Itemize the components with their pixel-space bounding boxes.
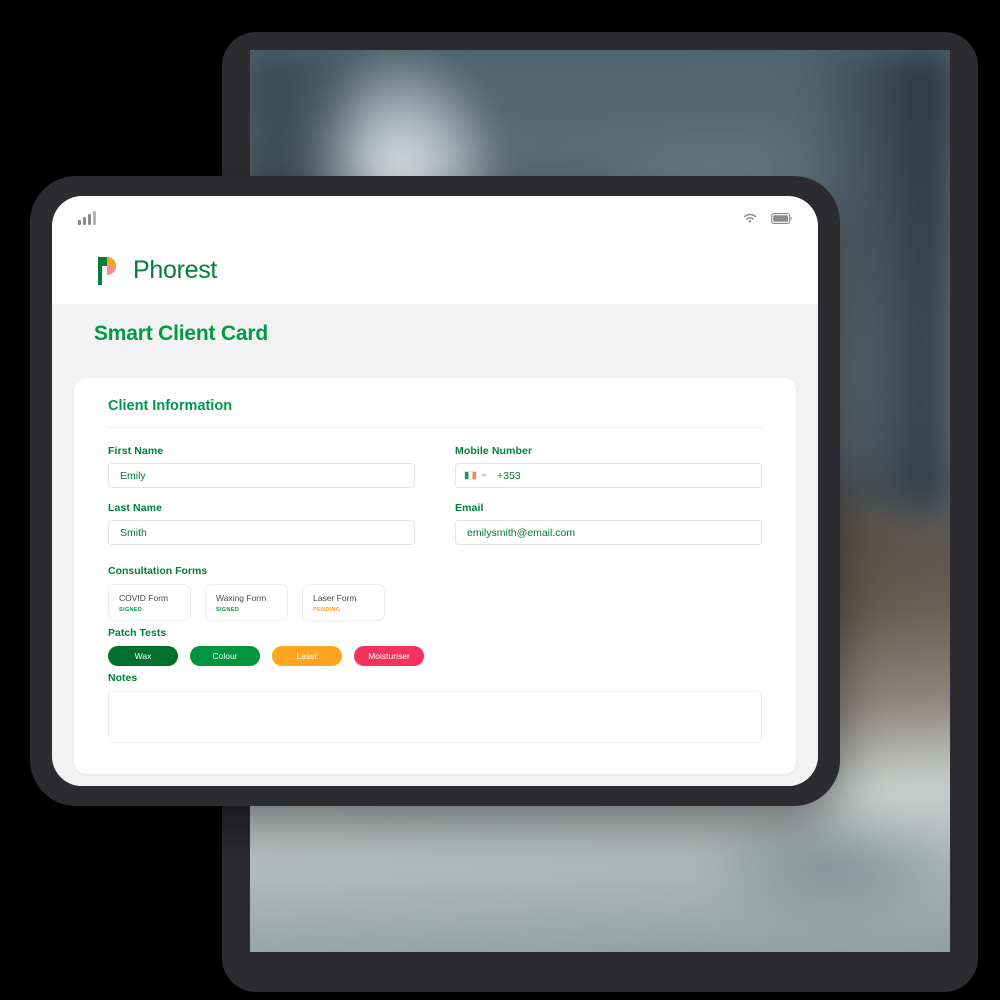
phone-device-frame: Phorest Smart Client Card Client Informa… — [30, 176, 840, 806]
phorest-logo-icon — [98, 257, 116, 285]
status-badge: SIGNED — [216, 607, 240, 613]
brand-name: Phorest — [133, 255, 218, 284]
patch-test-laser-button[interactable]: Laser — [272, 646, 342, 666]
field-last-name: Last Name Smith — [108, 502, 415, 545]
brand-logo: Phorest — [52, 240, 818, 304]
status-bar-right-group — [742, 212, 792, 224]
consultation-forms-row: COVID Form SIGNED Waxing Form SIGNED Las… — [108, 584, 762, 621]
last-name-input[interactable]: Smith — [108, 520, 415, 545]
client-information-card: Client Information First Name Emily Mobi… — [74, 378, 796, 774]
consultation-form-laser[interactable]: Laser Form PENDING — [302, 584, 385, 621]
signal-bars-icon — [78, 211, 96, 225]
form-name: COVID Form — [119, 593, 169, 603]
field-email: Email emilysmith@email.com — [455, 502, 762, 545]
notes-label: Notes — [108, 672, 138, 684]
email-label: Email — [455, 502, 484, 514]
mobile-number-value: +353 — [497, 469, 521, 482]
notes-section: Notes — [108, 672, 762, 748]
battery-icon — [771, 212, 792, 224]
patch-test-colour-button[interactable]: Colour — [190, 646, 260, 666]
first-name-input[interactable]: Emily — [108, 463, 415, 488]
country-selector[interactable] — [464, 471, 487, 480]
screenshot-stage: Phorest Smart Client Card Client Informa… — [0, 0, 1000, 1000]
phone-screen: Phorest Smart Client Card Client Informa… — [52, 196, 818, 786]
patch-tests-section: Patch Tests Wax Colour Laser Moisturiser — [108, 627, 762, 666]
mobile-number-input[interactable]: +353 — [455, 463, 762, 488]
patch-test-moisturiser-button[interactable]: Moisturiser — [354, 646, 424, 666]
page-header-band: Smart Client Card — [52, 304, 818, 364]
consultation-form-waxing[interactable]: Waxing Form SIGNED — [205, 584, 288, 621]
field-first-name: First Name Emily — [108, 445, 415, 488]
patch-test-wax-button[interactable]: Wax — [108, 646, 178, 666]
last-name-value: Smith — [120, 526, 147, 539]
page-body: Client Information First Name Emily Mobi… — [52, 364, 818, 786]
field-mobile-number: Mobile Number +353 — [455, 445, 762, 488]
page-title: Smart Client Card — [94, 322, 268, 345]
first-name-value: Emily — [120, 469, 146, 482]
email-value: emilysmith@email.com — [467, 526, 576, 539]
form-name: Waxing Form — [216, 593, 267, 603]
status-bar — [52, 196, 818, 240]
card-title: Client Information — [108, 398, 762, 428]
mobile-number-label: Mobile Number — [455, 445, 533, 457]
consultation-forms-label: Consultation Forms — [108, 565, 208, 577]
patch-tests-row: Wax Colour Laser Moisturiser — [108, 646, 762, 666]
form-name: Laser Form — [313, 593, 357, 603]
wifi-icon — [743, 213, 757, 223]
status-badge: SIGNED — [119, 607, 143, 613]
consultation-form-covid[interactable]: COVID Form SIGNED — [108, 584, 191, 621]
consultation-forms-section: Consultation Forms COVID Form SIGNED Wax… — [108, 565, 762, 621]
notes-input[interactable] — [108, 691, 762, 743]
status-badge: PENDING — [313, 607, 341, 613]
last-name-label: Last Name — [108, 502, 163, 514]
chevron-down-icon — [481, 474, 487, 477]
patch-tests-label: Patch Tests — [108, 627, 167, 639]
client-fields-grid: First Name Emily Mobile Number +353 Last… — [108, 445, 762, 559]
ireland-flag-icon — [464, 471, 477, 480]
email-input[interactable]: emilysmith@email.com — [455, 520, 762, 545]
first-name-label: First Name — [108, 445, 164, 457]
